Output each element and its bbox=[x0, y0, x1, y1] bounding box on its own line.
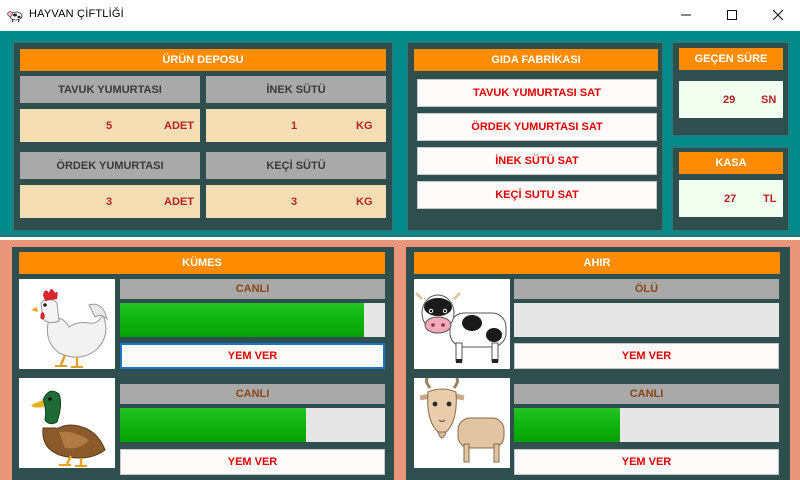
bottom-area: KÜMES CANLI YEM VER CANLI YEM VER AHIR Ö… bbox=[0, 240, 800, 480]
app-window: HAYVAN ÇİFTLİĞİ ÜRÜN DEPOSU TAVUK YUMURT… bbox=[0, 0, 800, 480]
goat-milk-amount: 3 bbox=[291, 195, 298, 208]
goat-milk-unit: KG bbox=[356, 195, 373, 208]
goat-icon bbox=[419, 376, 505, 463]
cash-title: KASA bbox=[679, 152, 783, 174]
cow-milk-unit: KG bbox=[356, 119, 373, 132]
maximize-icon bbox=[727, 10, 737, 20]
goat-health-fill bbox=[514, 408, 620, 442]
chicken-egg-unit: ADET bbox=[164, 119, 194, 132]
goat-status: CANLI bbox=[514, 384, 779, 404]
chicken-picture bbox=[19, 279, 115, 369]
cow-app-icon bbox=[7, 11, 23, 22]
chicken-egg-value-box: 5 ADET bbox=[20, 109, 200, 142]
window-title: HAYVAN ÇİFTLİĞİ bbox=[29, 8, 124, 20]
elapsed-value-box: 29 SN bbox=[679, 81, 783, 118]
goat-health-bar bbox=[514, 408, 779, 442]
cow-milk-value-box: 1 KG bbox=[206, 109, 386, 142]
barn-title: AHIR bbox=[414, 252, 780, 274]
sell-goat-milk-button[interactable]: KEÇİ SUTU SAT bbox=[417, 181, 657, 209]
elapsed-panel: GEÇEN SÜRE 29 SN bbox=[671, 41, 790, 137]
cash-value-box: 27 TL bbox=[679, 180, 783, 217]
elapsed-seconds: 29 bbox=[723, 93, 736, 106]
duck-egg-value-box: 3 ADET bbox=[20, 185, 200, 218]
cow-milk-amount: 1 bbox=[291, 119, 298, 132]
goat-picture bbox=[414, 376, 510, 468]
maximize-button[interactable] bbox=[709, 0, 755, 30]
chicken-status: CANLI bbox=[120, 279, 385, 299]
duck-icon bbox=[31, 390, 106, 467]
goat-feed-button[interactable]: YEM VER bbox=[514, 449, 779, 475]
chicken-feed-button[interactable]: YEM VER bbox=[120, 343, 385, 369]
duck-egg-count: 3 bbox=[106, 195, 113, 208]
duck-status: CANLI bbox=[120, 384, 385, 404]
duck-health-fill bbox=[120, 408, 306, 442]
chicken-health-bar bbox=[120, 303, 385, 337]
sell-cow-milk-button[interactable]: İNEK SÜTÜ SAT bbox=[417, 147, 657, 175]
minimize-icon bbox=[681, 14, 691, 16]
close-button[interactable] bbox=[755, 0, 800, 30]
elapsed-unit: SN bbox=[761, 93, 777, 106]
cow-picture bbox=[414, 279, 510, 369]
duck-egg-unit: ADET bbox=[164, 195, 194, 208]
sell-chicken-egg-button[interactable]: TAVUK YUMURTASI SAT bbox=[417, 79, 657, 107]
close-icon bbox=[773, 10, 783, 20]
duck-egg-label: ÖRDEK YUMURTASI bbox=[20, 152, 200, 179]
minimize-button[interactable] bbox=[663, 0, 709, 30]
coop-title: KÜMES bbox=[19, 252, 385, 274]
coop-panel: KÜMES CANLI YEM VER CANLI YEM VER bbox=[12, 247, 394, 480]
top-area: ÜRÜN DEPOSU TAVUK YUMURTASI İNEK SÜTÜ 5 … bbox=[0, 31, 800, 237]
duck-picture bbox=[19, 378, 115, 468]
duck-feed-button[interactable]: YEM VER bbox=[120, 449, 385, 475]
sell-duck-egg-button[interactable]: ÖRDEK YUMURTASI SAT bbox=[417, 113, 657, 141]
goat-milk-label: KEÇİ SÜTÜ bbox=[206, 152, 386, 179]
chicken-egg-count: 5 bbox=[106, 119, 113, 132]
chicken-health-fill bbox=[120, 303, 364, 337]
cow-status: ÖLÜ bbox=[514, 279, 779, 299]
goat-milk-value-box: 3 KG bbox=[206, 185, 386, 218]
factory-title: GIDA FABRİKASI bbox=[414, 49, 658, 71]
factory-panel: GIDA FABRİKASI TAVUK YUMURTASI SAT ÖRDEK… bbox=[406, 41, 664, 232]
cow-feed-button[interactable]: YEM VER bbox=[514, 343, 779, 369]
chicken-egg-label: TAVUK YUMURTASI bbox=[20, 76, 200, 103]
duck-health-bar bbox=[120, 408, 385, 442]
depot-panel: ÜRÜN DEPOSU TAVUK YUMURTASI İNEK SÜTÜ 5 … bbox=[12, 41, 394, 232]
cow-milk-label: İNEK SÜTÜ bbox=[206, 76, 386, 103]
barn-panel: AHIR ÖLÜ YEM VER CANLI YEM VER bbox=[406, 247, 790, 480]
cow-health-bar bbox=[514, 303, 779, 337]
cow-icon bbox=[414, 291, 507, 363]
chicken-icon bbox=[31, 289, 108, 368]
cash-panel: KASA 27 TL bbox=[671, 146, 790, 232]
cash-amount: 27 bbox=[724, 192, 737, 205]
elapsed-title: GEÇEN SÜRE bbox=[679, 48, 783, 70]
depot-title: ÜRÜN DEPOSU bbox=[20, 49, 386, 71]
title-bar: HAYVAN ÇİFTLİĞİ bbox=[0, 0, 800, 30]
cash-unit: TL bbox=[763, 192, 777, 205]
